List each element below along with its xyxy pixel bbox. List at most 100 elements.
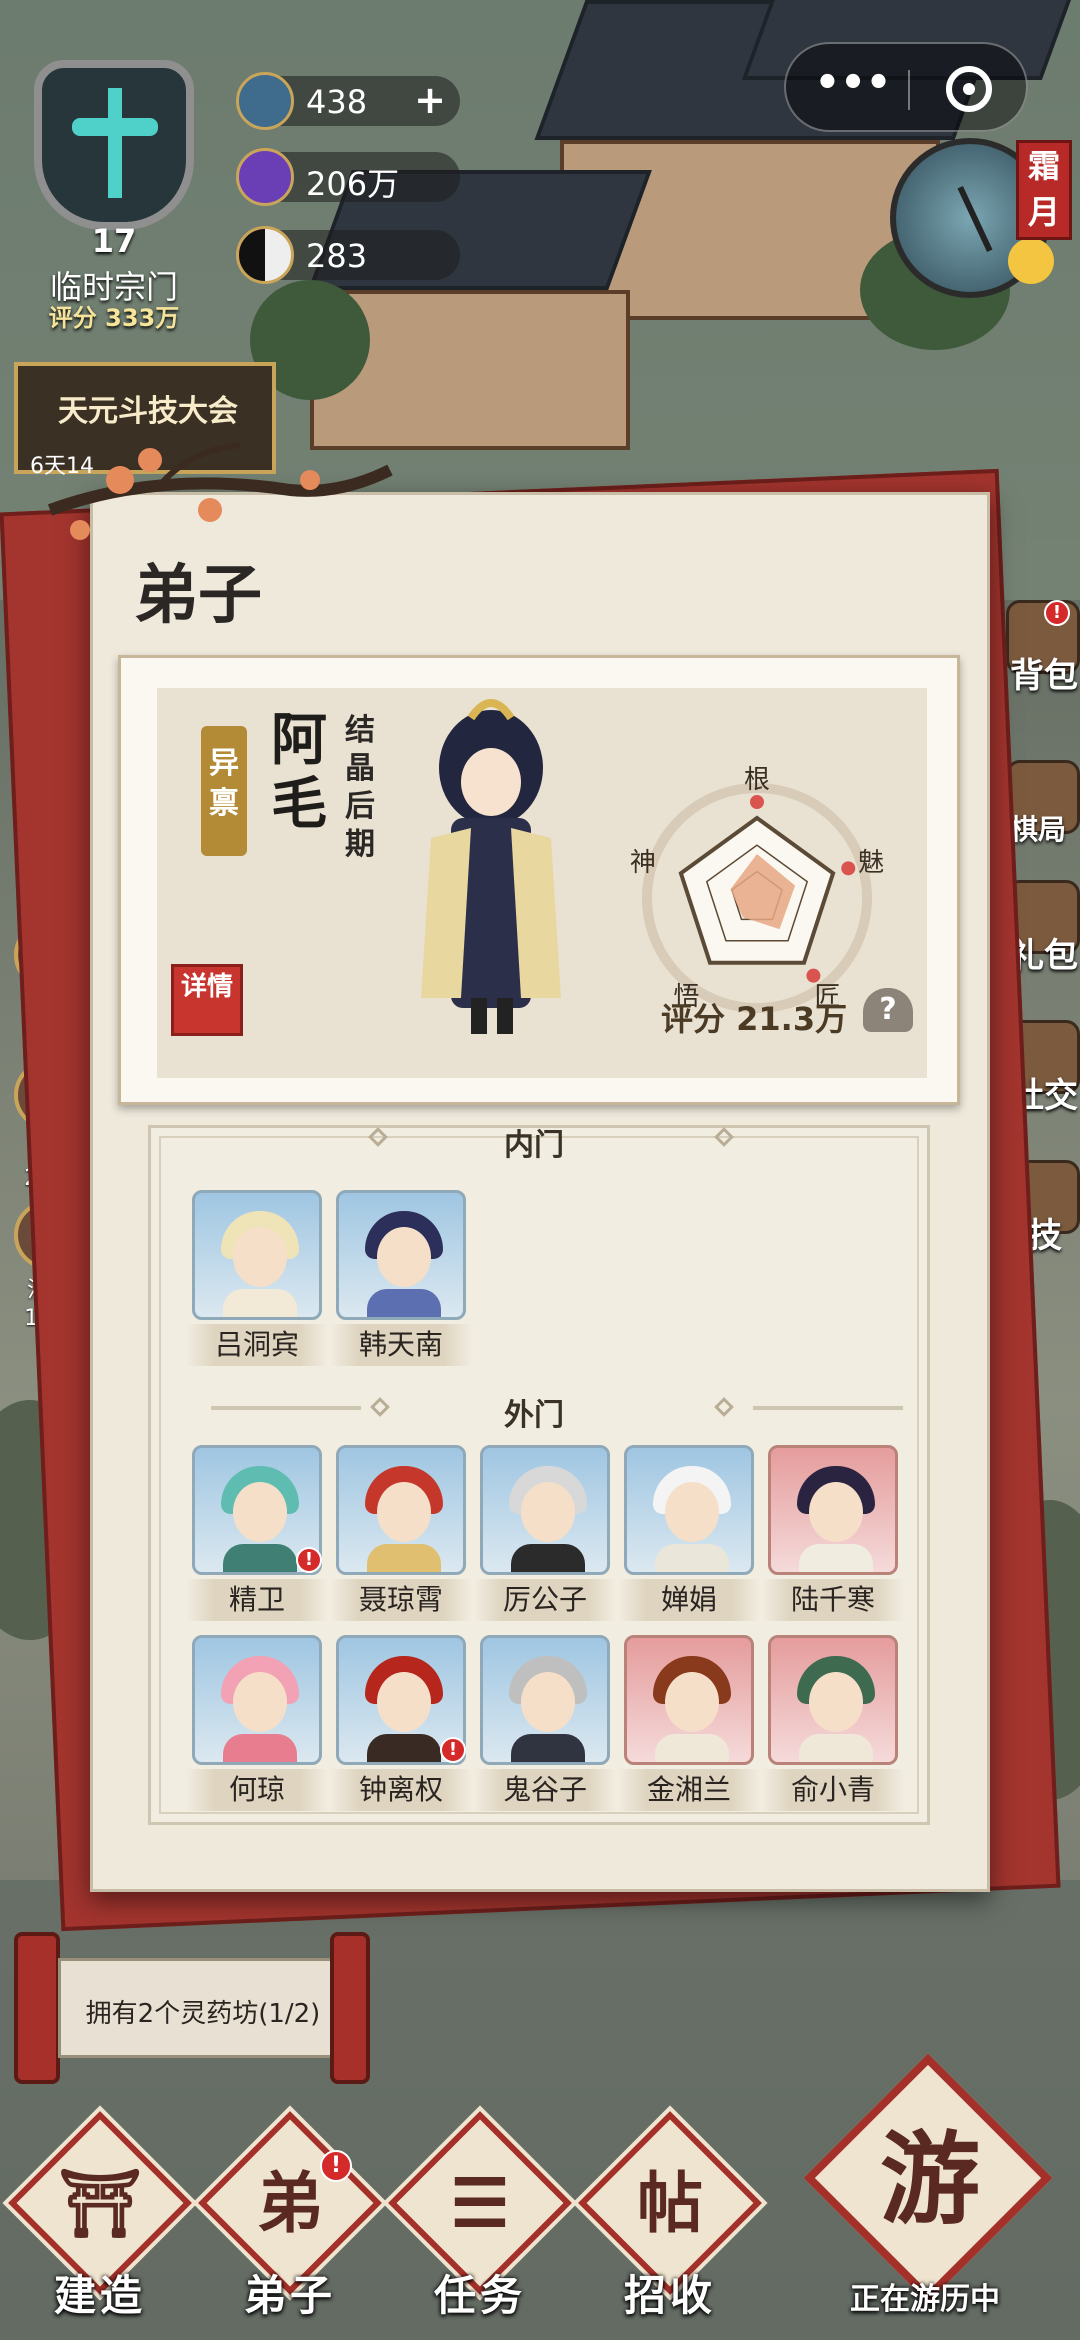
disciple-tile[interactable]: 俞小青 xyxy=(762,1635,904,1815)
disciple-portrait xyxy=(421,699,561,1034)
help-button[interactable]: ? xyxy=(863,988,913,1032)
taiji-icon xyxy=(236,226,294,284)
sect-badge[interactable]: 17 临时宗门 评分 333万 xyxy=(14,0,214,332)
sect-level: 17 xyxy=(91,222,137,260)
tip-scroll[interactable]: 拥有2个灵药坊(1/2) xyxy=(14,1932,370,2084)
nav-travel[interactable]: 游 正在游历中 xyxy=(800,2053,1053,2330)
disciple-tile[interactable]: 鬼谷子 xyxy=(474,1635,616,1815)
disciple-tile-name: 金湘兰 xyxy=(618,1769,760,1811)
travel-icon: 游 xyxy=(880,2121,980,2238)
plum-branch-decoration xyxy=(47,442,393,540)
menu-label: 棋局 xyxy=(1010,813,1067,846)
avatar-face xyxy=(377,1227,431,1287)
spirit-stone-icon xyxy=(236,72,294,130)
avatar-face xyxy=(233,1672,287,1732)
disciple-tile[interactable]: 聂琼霄 xyxy=(330,1445,472,1625)
recruit-icon: 帖 xyxy=(637,2164,703,2242)
panel-title: 弟子 xyxy=(134,558,262,633)
disciple-tile-name: 精卫 xyxy=(186,1579,328,1621)
resource-value: 438 xyxy=(306,83,368,121)
header-line xyxy=(753,1406,903,1410)
add-resource-button[interactable]: + xyxy=(414,78,446,122)
disciple-tile[interactable]: 精卫! xyxy=(186,1445,328,1625)
sword-icon xyxy=(108,88,122,198)
alert-badge: ! xyxy=(440,1737,466,1763)
disciple-tile-name: 陆千寒 xyxy=(762,1579,904,1621)
close-target-icon[interactable] xyxy=(946,66,992,112)
disciple-tile-name: 钟离权 xyxy=(330,1769,472,1811)
sect-score: 评分 333万 xyxy=(48,304,180,332)
build-icon: ⛩ xyxy=(58,2164,142,2242)
detail-button[interactable]: 详情 xyxy=(171,964,243,1036)
tip-paper: 拥有2个灵药坊(1/2) xyxy=(58,1958,342,2058)
disciple-tile[interactable]: 金湘兰 xyxy=(618,1635,760,1815)
inner-sect-header: 内门 xyxy=(504,1128,564,1163)
disciple-avatar xyxy=(768,1635,898,1765)
scroll-roller-right xyxy=(330,1932,370,2084)
task-icon: ☰ xyxy=(450,2164,510,2242)
disciple-tile-name: 鬼谷子 xyxy=(474,1769,616,1811)
more-menu-button[interactable]: ••• xyxy=(808,60,898,106)
disciple-tile[interactable]: 婵娟 xyxy=(618,1445,760,1625)
alert-badge: ! xyxy=(320,2150,352,2182)
disciple-tile-name: 俞小青 xyxy=(762,1769,904,1811)
sect-emblem xyxy=(34,60,194,230)
radar-star-icon xyxy=(750,795,764,809)
disciple-tile-name: 吕洞宾 xyxy=(186,1324,328,1366)
disciple-tile[interactable]: 吕洞宾 xyxy=(186,1190,328,1370)
menu-label: 背包 xyxy=(1010,656,1078,696)
disciple-avatar xyxy=(336,1445,466,1575)
resource-taiji[interactable]: 283 xyxy=(236,226,460,284)
resource-value: 206万 xyxy=(306,165,400,203)
miniprogram-capsule: ••• xyxy=(784,42,1028,132)
resource-spirit-stone[interactable]: 438 + xyxy=(236,72,460,130)
season-label: 霜月 xyxy=(1016,140,1072,240)
sun-icon xyxy=(1008,238,1054,284)
disciple-score: 评分 21.3万 xyxy=(661,1000,848,1038)
radar-label: 魅 xyxy=(858,848,884,878)
disciple-avatar xyxy=(624,1445,754,1575)
avatar-face xyxy=(233,1482,287,1542)
avatar-robe xyxy=(511,1734,585,1762)
event-title: 天元斗技大会 xyxy=(58,394,238,429)
radar-star-icon xyxy=(841,861,856,876)
avatar-robe xyxy=(367,1734,441,1762)
disciple-tile-name: 韩天南 xyxy=(330,1324,472,1366)
sword-guard xyxy=(72,118,158,136)
menu-label: 技 xyxy=(1028,1216,1062,1256)
header-line xyxy=(211,1406,361,1410)
featured-disciple-card[interactable]: 异禀 阿毛 结晶后期 详情 根魅匠悟神 评分 21.3万 ? xyxy=(118,655,960,1105)
nav-build[interactable]: ⛩ 建造 xyxy=(8,2111,192,2328)
nav-label: 弟子 xyxy=(243,2271,336,2320)
radar-label: 神 xyxy=(630,848,656,878)
nav-label: 任务 xyxy=(433,2271,526,2320)
nav-recruit[interactable]: 帖 招收 xyxy=(578,2111,762,2328)
disciple-tile[interactable]: 厉公子 xyxy=(474,1445,616,1625)
purple-gem-icon xyxy=(236,148,294,206)
scroll-roller-left xyxy=(14,1932,60,2084)
attribute-radar: 根魅匠悟神 xyxy=(630,765,884,1013)
nav-task[interactable]: ☰ 任务 xyxy=(388,2111,572,2328)
disciple-tile[interactable]: 何琼 xyxy=(186,1635,328,1815)
disciple-realm: 结晶后期 xyxy=(345,713,375,862)
menu-backpack[interactable]: 背包 ! xyxy=(1000,600,1080,700)
disciple-tile-name: 何琼 xyxy=(186,1769,328,1811)
disciple-avatar xyxy=(624,1635,754,1765)
avatar-face xyxy=(665,1672,719,1732)
resource-purple-gem[interactable]: 206万 xyxy=(236,148,460,206)
avatar-robe xyxy=(799,1544,873,1572)
disciple-avatar xyxy=(192,1190,322,1320)
disciple-name: 阿毛 xyxy=(271,707,327,837)
disciple-tile[interactable]: 韩天南 xyxy=(330,1190,472,1370)
avatar-face xyxy=(521,1672,575,1732)
nav-disciple[interactable]: 弟 弟子 ! xyxy=(198,2111,382,2328)
radar-star-icon xyxy=(806,968,821,983)
avatar-face xyxy=(377,1482,431,1542)
disciple-tile-name: 聂琼霄 xyxy=(330,1579,472,1621)
avatar-robe xyxy=(655,1734,729,1762)
avatar-face xyxy=(377,1672,431,1732)
disciple-tile[interactable]: 陆千寒 xyxy=(762,1445,904,1625)
disciple-avatar xyxy=(768,1445,898,1575)
disciple-tile[interactable]: 钟离权! xyxy=(330,1635,472,1815)
disciple-avatar xyxy=(192,1635,322,1765)
